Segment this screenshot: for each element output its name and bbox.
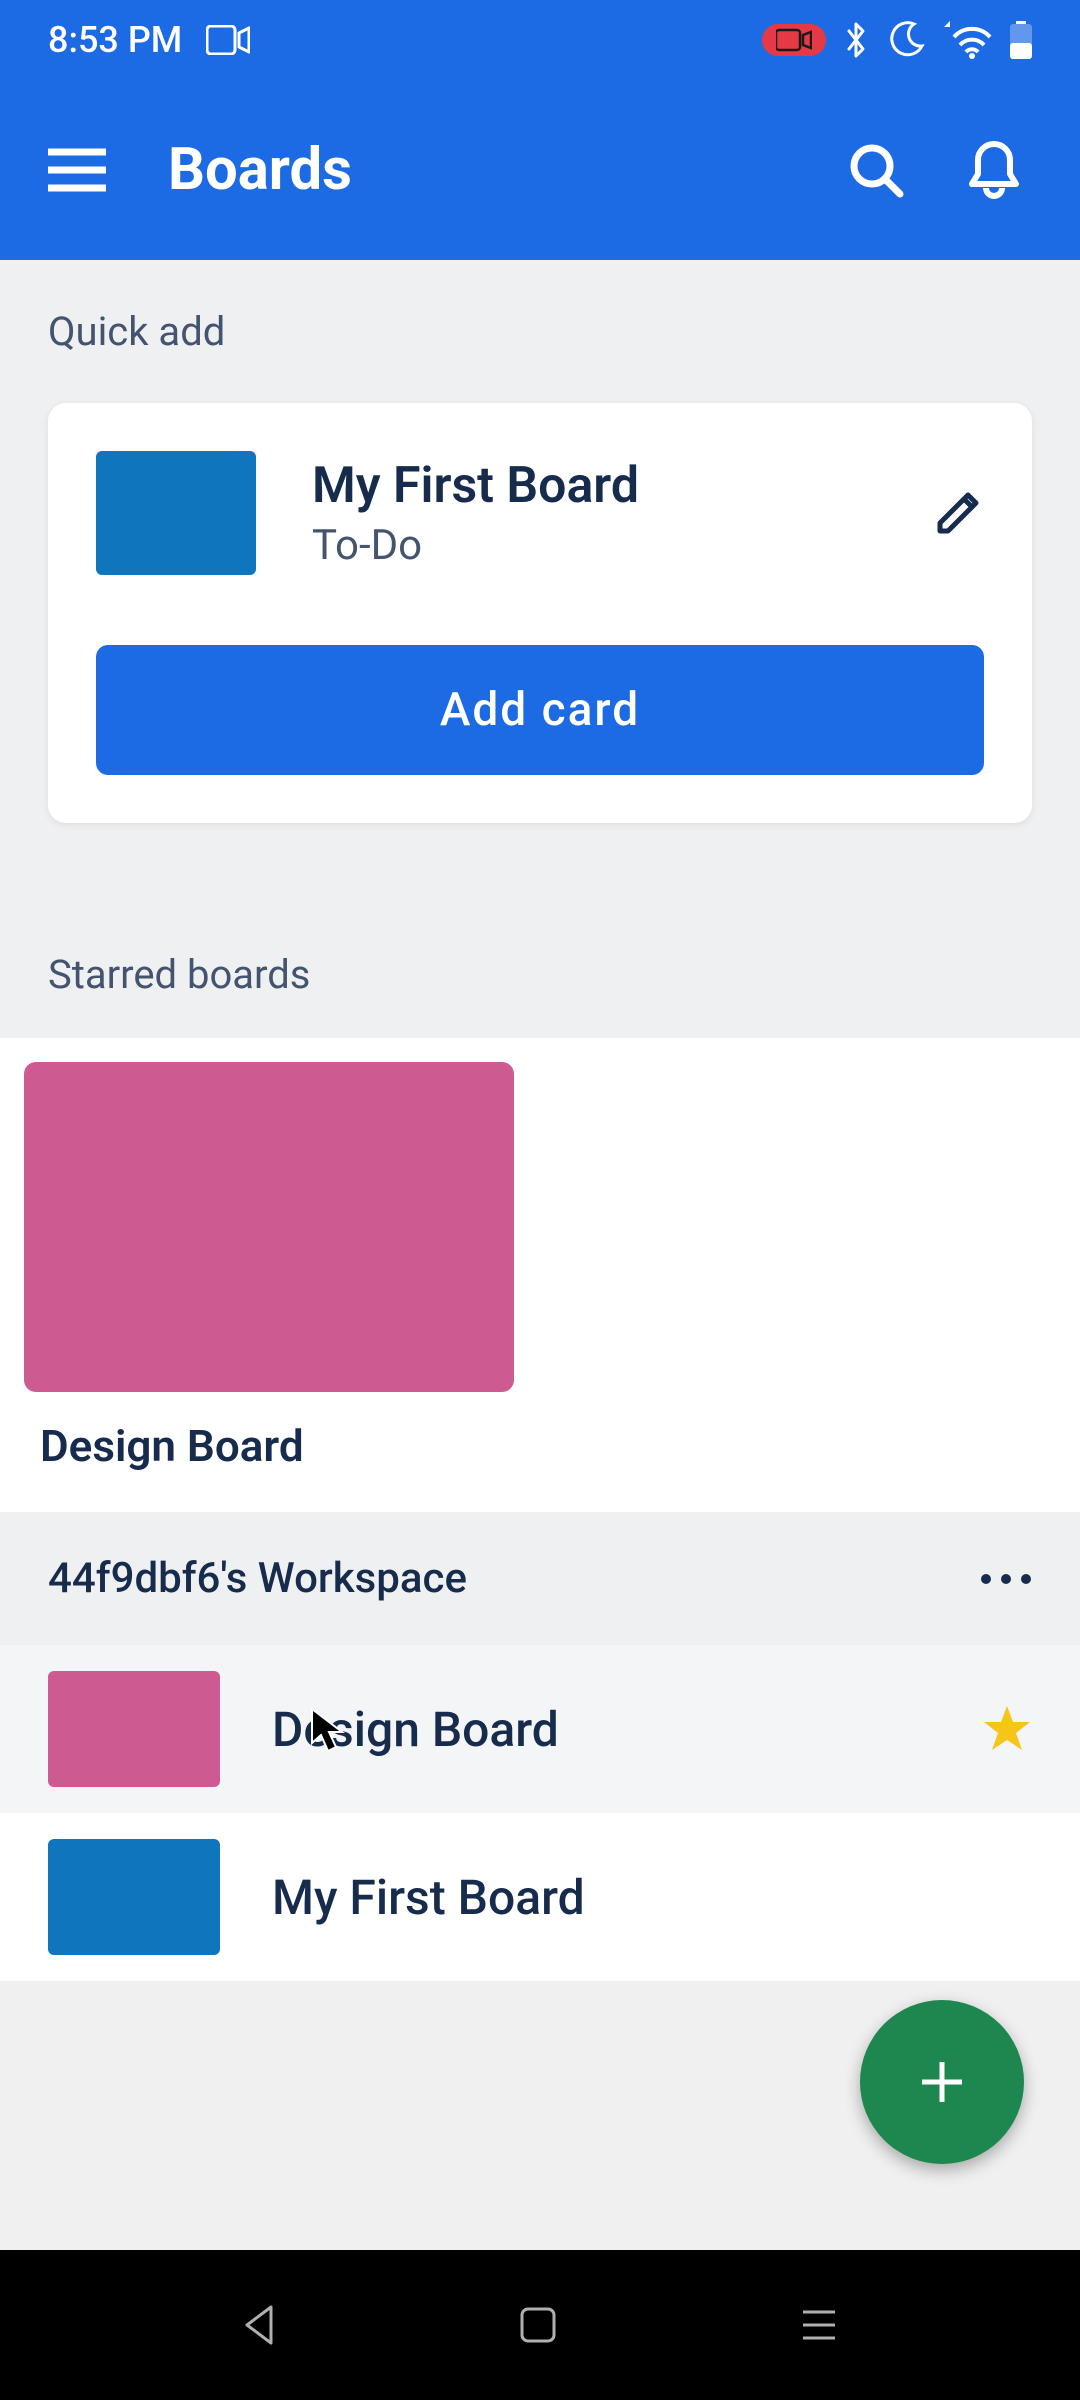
app-bar: Boards [0,80,1080,260]
star-icon[interactable] [982,1704,1032,1754]
android-nav-bar [0,2250,1080,2400]
add-card-button[interactable]: Add card [96,645,984,775]
back-icon[interactable] [241,2303,277,2347]
quick-add-board-name: My First Board [312,457,932,515]
quick-add-label: Quick add [0,260,1080,375]
board-name: My First Board [272,1869,1032,1926]
menu-icon[interactable] [48,148,106,192]
board-thumb [48,1671,220,1787]
board-item[interactable]: My First Board [0,1813,1080,1981]
quick-add-card: My First Board To-Do Add card [48,403,1032,823]
status-bar: 8:53 PM [0,0,1080,80]
edit-icon[interactable] [932,487,984,539]
wifi-icon [944,21,992,59]
quick-add-list-name: To-Do [312,521,932,570]
workspace-name: 44f9dbf6's Workspace [48,1554,467,1603]
bell-icon[interactable] [968,140,1020,200]
status-time: 8:53 PM [48,19,182,61]
page-title: Boards [168,136,848,204]
battery-icon [1010,21,1032,59]
starred-board-thumb[interactable] [24,1062,514,1392]
overview-icon[interactable] [799,2308,839,2342]
home-icon[interactable] [518,2305,558,2345]
board-thumb [48,1839,220,1955]
starred-boards-label: Starred boards [0,903,1080,1018]
board-item[interactable]: Design Board [0,1645,1080,1813]
bluetooth-icon [844,20,868,60]
video-icon [206,25,250,55]
workspace-header: 44f9dbf6's Workspace [0,1512,1080,1645]
quick-add-board-thumb[interactable] [96,451,256,575]
moon-icon [886,20,926,60]
search-icon[interactable] [848,142,904,198]
starred-board-name: Design Board [40,1420,1056,1472]
more-icon[interactable] [980,1573,1032,1585]
recording-badge-icon [762,24,826,56]
fab-add-button[interactable] [860,2000,1024,2164]
board-name: Design Board [272,1701,982,1758]
